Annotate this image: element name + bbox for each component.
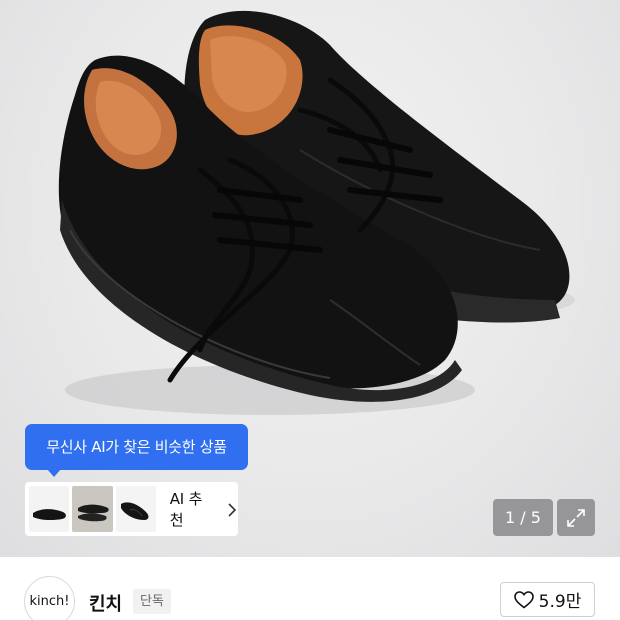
ai-recommend-strip[interactable]: AI 추천: [25, 482, 238, 536]
brand-name[interactable]: 킨치: [89, 590, 122, 616]
image-pagination: 1 / 5: [493, 499, 553, 536]
heart-icon: [513, 590, 534, 609]
similar-product-thumbnail[interactable]: [29, 486, 70, 532]
ai-recommend-label[interactable]: AI 추천: [170, 488, 215, 530]
product-image: [58, 10, 575, 415]
like-button[interactable]: 5.9만: [500, 582, 595, 617]
expand-icon: [567, 508, 585, 527]
similar-product-thumbnail[interactable]: [115, 486, 156, 532]
ai-similar-tooltip: 무신사 AI가 찾은 비슷한 상품: [25, 424, 248, 477]
product-image-area[interactable]: 무신사 AI가 찾은 비슷한 상품 AI 추천 1 / 5: [0, 0, 620, 557]
exclusive-badge: 단독: [133, 589, 171, 614]
brand-logo[interactable]: kinch!: [24, 576, 75, 620]
expand-image-button[interactable]: [557, 499, 595, 536]
chevron-right-icon[interactable]: [226, 502, 238, 517]
like-count: 5.9만: [538, 592, 582, 612]
similar-product-thumbnail[interactable]: [72, 486, 113, 532]
brand-row: kinch! 킨치 단독 5.9만: [0, 557, 620, 620]
